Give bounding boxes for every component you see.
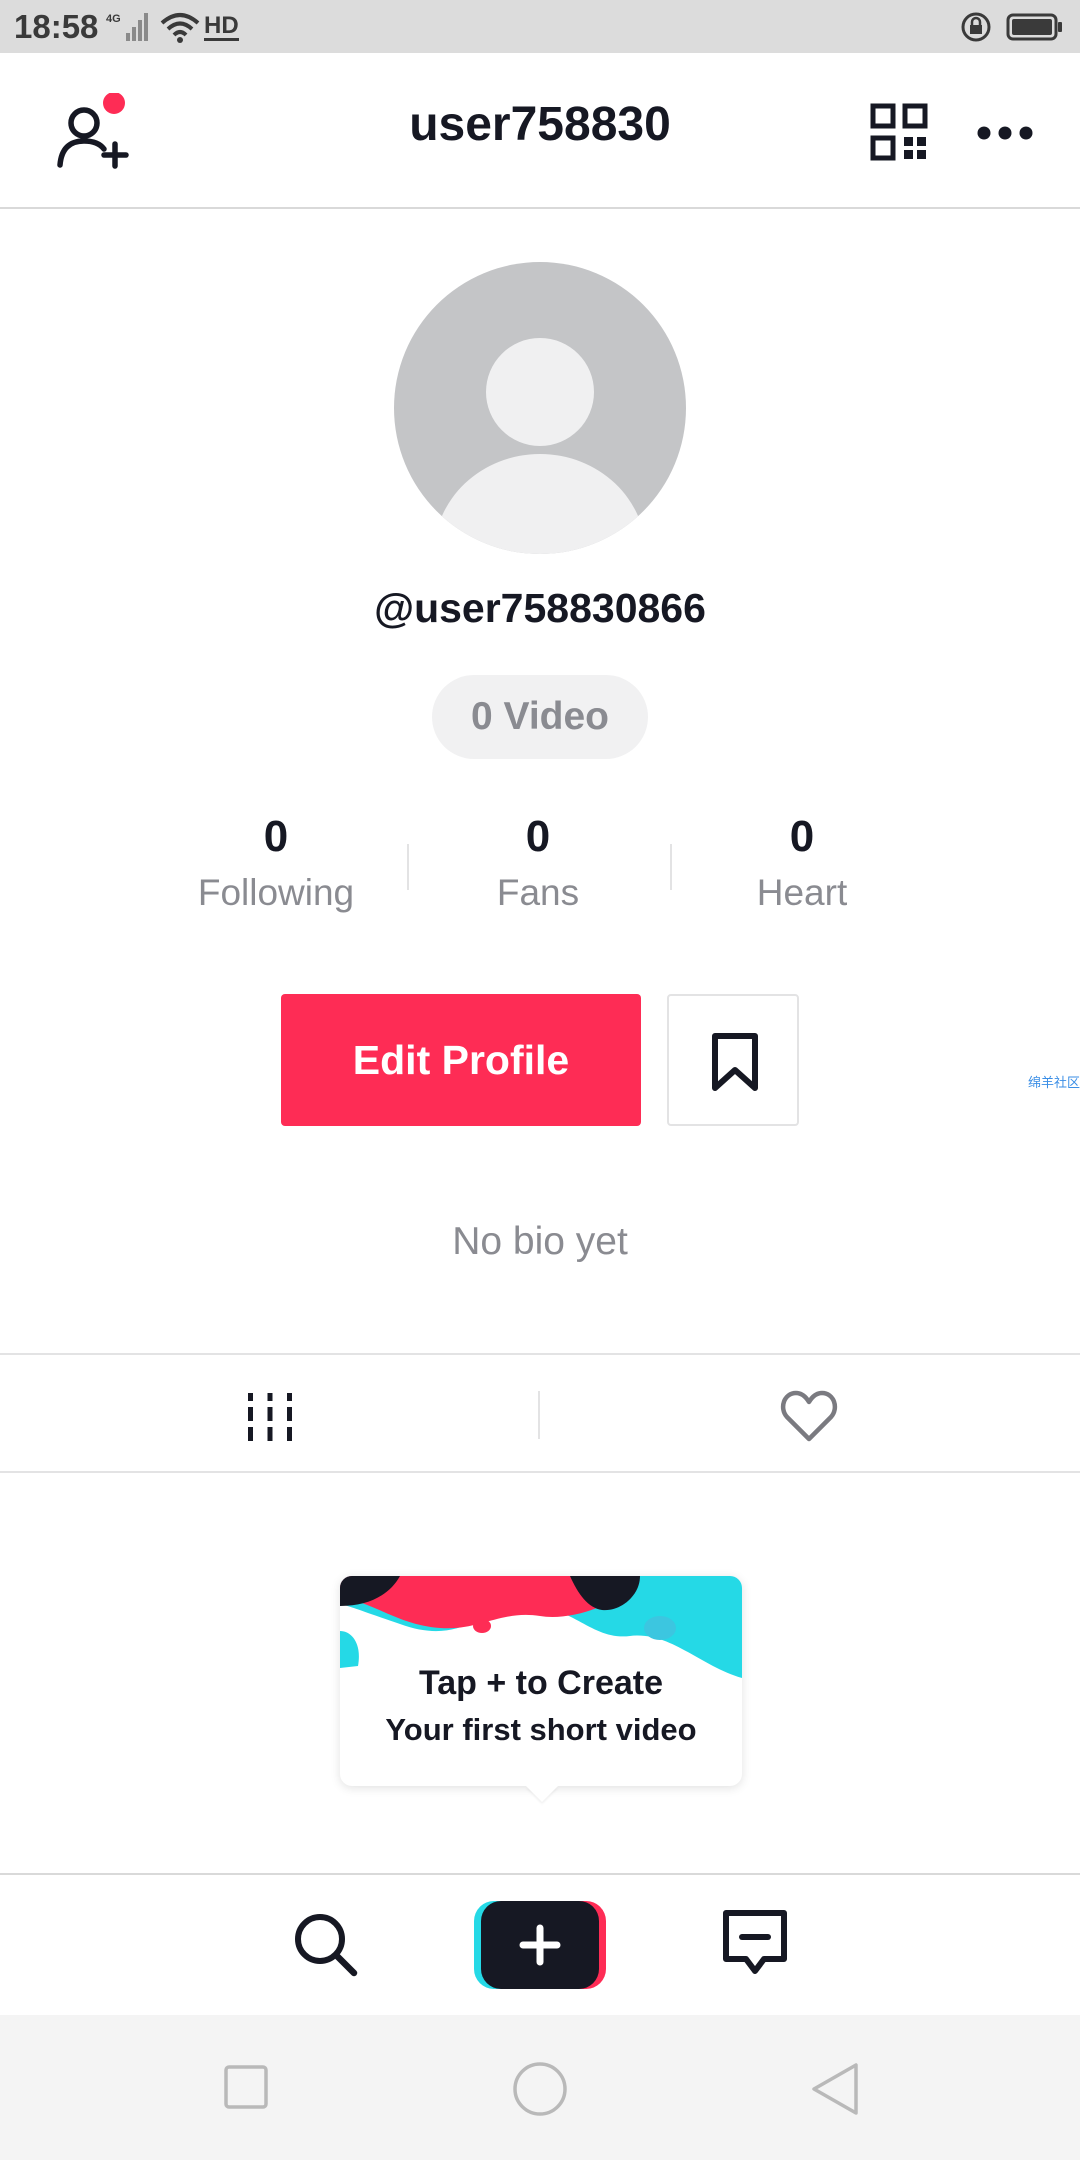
- favorites-button[interactable]: [667, 994, 799, 1126]
- stat-value: 0: [525, 812, 551, 861]
- create-button[interactable]: [474, 1901, 606, 1989]
- back-icon[interactable]: [808, 2061, 862, 2117]
- status-bar: 18:58 4G HD: [0, 0, 1080, 53]
- profile-stats: 0 Following 0 Fans 0 Heart: [0, 808, 1080, 928]
- tooltip-title: Tap + to Create: [418, 1664, 664, 1702]
- bottom-nav: [0, 1873, 1080, 2015]
- tooltip-subtitle: Your first short video: [385, 1712, 697, 1747]
- video-grid-icon[interactable]: [244, 1391, 296, 1443]
- avatar[interactable]: [394, 262, 686, 554]
- video-count-badge[interactable]: 0 Video: [432, 675, 648, 759]
- status-time: 18:58: [14, 8, 99, 45]
- bio-text[interactable]: No bio yet: [0, 1220, 1080, 1264]
- edit-profile-button[interactable]: Edit Profile: [281, 994, 641, 1126]
- tab-divider: [538, 1391, 540, 1439]
- system-nav-bar: [0, 2015, 1080, 2160]
- hd-icon: HD: [204, 11, 239, 41]
- stat-label: Heart: [756, 872, 848, 913]
- qr-code-icon[interactable]: [870, 103, 928, 161]
- stat-label: Following: [197, 872, 355, 913]
- side-watermark-label: 绵羊社区: [1028, 1075, 1080, 1090]
- stat-following[interactable]: 0 Following: [166, 808, 386, 914]
- default-avatar-icon: [434, 338, 646, 554]
- signal-icon: 4G: [106, 13, 148, 41]
- stat-value: 0: [263, 812, 289, 861]
- profile-handle: @user758830866: [374, 585, 706, 631]
- heart-icon[interactable]: [780, 1389, 838, 1443]
- bookmark-icon: [712, 1033, 758, 1091]
- inbox-icon[interactable]: [720, 1907, 790, 1979]
- wifi-icon: [160, 13, 200, 43]
- rotation-lock-icon: [961, 12, 991, 42]
- status-icons-left: 4G HD: [106, 10, 239, 44]
- top-bar: user758830: [0, 53, 1080, 209]
- stat-value: 0: [789, 812, 815, 861]
- stat-heart[interactable]: 0 Heart: [692, 808, 912, 914]
- stat-divider: [670, 844, 672, 890]
- status-icons-right: [960, 10, 1064, 44]
- search-icon[interactable]: [290, 1909, 362, 1981]
- stat-label: Fans: [496, 872, 580, 913]
- tooltip-arrow: [526, 1786, 558, 1802]
- content-tabs: [0, 1353, 1080, 1473]
- battery-icon: [1006, 13, 1062, 41]
- more-icon[interactable]: [976, 113, 1034, 153]
- svg-text:4G: 4G: [106, 13, 121, 25]
- stat-fans[interactable]: 0 Fans: [428, 808, 648, 914]
- create-tooltip: Tap + to Create Your first short video: [340, 1576, 742, 1802]
- recents-icon[interactable]: [224, 2065, 268, 2109]
- stat-divider: [407, 844, 409, 890]
- home-icon[interactable]: [512, 2061, 568, 2117]
